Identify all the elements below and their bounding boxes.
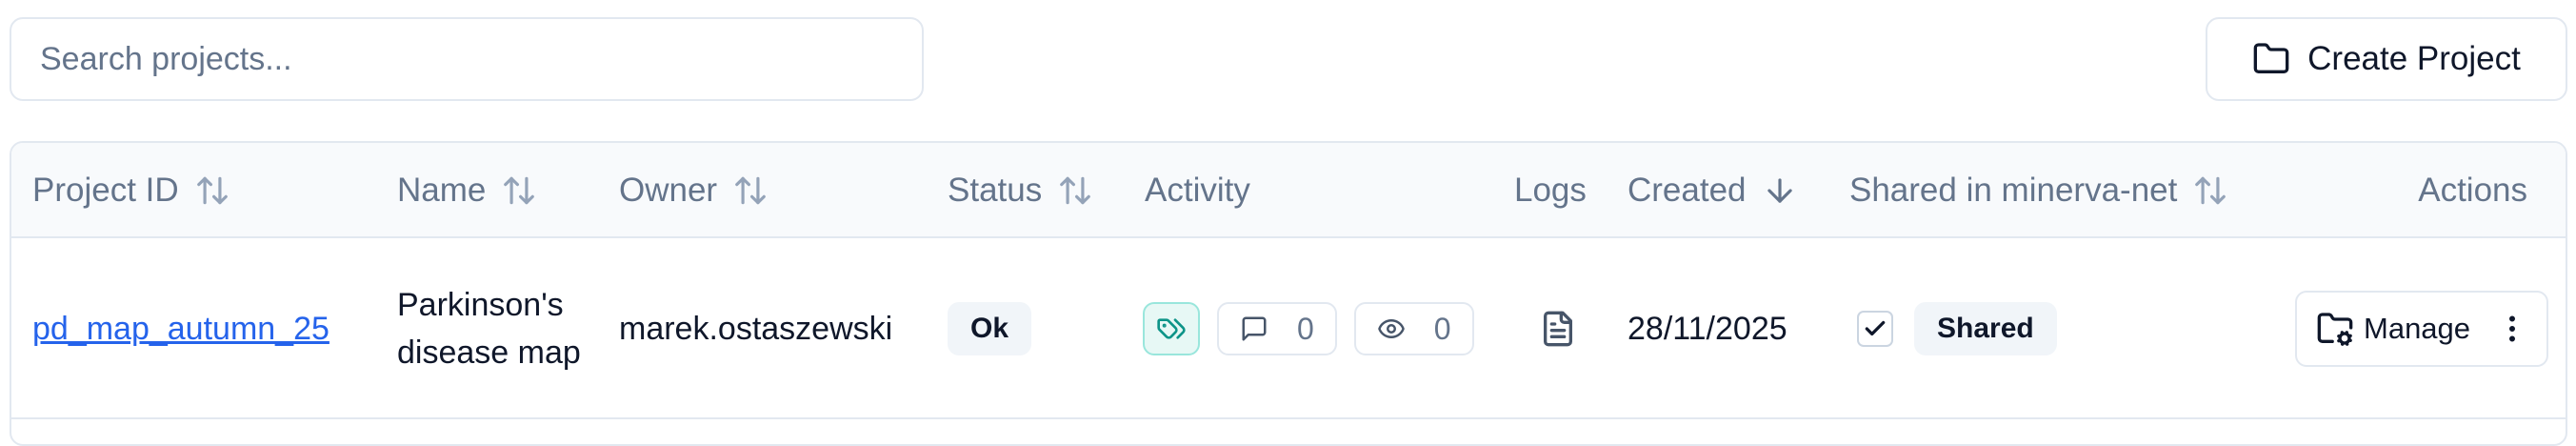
folder-icon (2252, 40, 2290, 78)
sort-arrows-icon (501, 172, 537, 209)
sort-arrows-icon (194, 172, 230, 209)
create-project-button[interactable]: Create Project (2206, 17, 2567, 101)
column-header-label: Created (1627, 172, 1747, 209)
column-header-owner[interactable]: Owner (619, 143, 769, 238)
column-header-name[interactable]: Name (397, 143, 537, 238)
column-header-label: Activity (1145, 172, 1250, 209)
cell-activity: 0 0 (1143, 238, 1474, 419)
cell-name: Parkinson's disease map (397, 238, 588, 419)
file-text-icon[interactable] (1539, 310, 1577, 348)
column-header-label: Project ID (32, 172, 179, 209)
cell-actions: Manage (2295, 238, 2548, 419)
table-header: Project ID Name Owner Status Activity Lo… (11, 143, 2566, 238)
tag-button[interactable] (1143, 302, 1200, 355)
eye-icon (1377, 314, 1406, 343)
column-header-label: Owner (619, 172, 718, 209)
column-header-logs: Logs (1514, 143, 1587, 238)
tag-icon (1156, 314, 1187, 344)
create-project-label: Create Project (2307, 40, 2521, 77)
column-header-label: Status (948, 172, 1043, 209)
shared-checkbox[interactable] (1857, 311, 1893, 347)
cell-project-id: pd_map_autumn_25 (32, 238, 329, 419)
column-header-label: Actions (2418, 172, 2527, 209)
arrow-down-icon (1762, 172, 1798, 209)
projects-table: Project ID Name Owner Status Activity Lo… (10, 141, 2567, 446)
column-header-created[interactable]: Created (1627, 143, 1798, 238)
search-input[interactable] (10, 17, 924, 101)
column-header-project-id[interactable]: Project ID (32, 143, 230, 238)
project-name: Parkinson's disease map (397, 287, 581, 371)
column-header-actions: Actions (2418, 143, 2527, 238)
cell-logs (1539, 238, 1577, 419)
toolbar: Create Project (0, 0, 2576, 133)
sort-arrows-icon (2192, 172, 2228, 209)
column-header-label: Logs (1514, 172, 1587, 209)
views-button[interactable]: 0 (1353, 302, 1474, 355)
cell-status: Ok (948, 238, 1032, 419)
cell-created: 28/11/2025 (1627, 238, 1787, 419)
message-square-icon (1240, 314, 1268, 343)
column-header-shared[interactable]: Shared in minerva-net (1849, 143, 2228, 238)
table-row: pd_map_autumn_25 Parkinson's disease map… (11, 238, 2566, 419)
cell-shared: Shared (1857, 238, 2057, 419)
created-date: 28/11/2025 (1627, 310, 1787, 347)
folder-cog-icon (2316, 310, 2354, 348)
manage-button[interactable]: Manage (2295, 291, 2548, 367)
comments-count: 0 (1297, 311, 1314, 346)
column-header-activity: Activity (1145, 143, 1250, 238)
column-header-status[interactable]: Status (948, 143, 1093, 238)
project-owner: marek.ostaszewski (619, 310, 893, 347)
status-badge: Ok (948, 302, 1032, 355)
sort-arrows-icon (1057, 172, 1093, 209)
cell-owner: marek.ostaszewski (619, 238, 892, 419)
comments-button[interactable]: 0 (1217, 302, 1337, 355)
sort-arrows-icon (732, 172, 769, 209)
views-count: 0 (1433, 311, 1451, 346)
shared-badge: Shared (1914, 302, 2057, 355)
column-header-label: Name (397, 172, 487, 209)
manage-label: Manage (2364, 312, 2471, 345)
column-header-label: Shared in minerva-net (1849, 172, 2178, 209)
project-id-link[interactable]: pd_map_autumn_25 (32, 311, 329, 348)
check-icon (1863, 316, 1887, 341)
more-vertical-icon[interactable] (2495, 310, 2529, 348)
